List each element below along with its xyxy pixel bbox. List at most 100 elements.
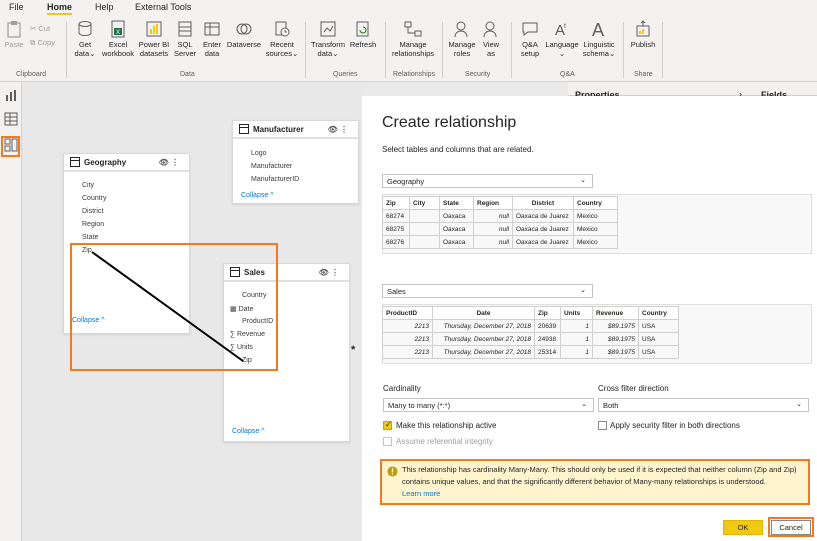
referential-integrity-checkbox[interactable] [383,437,392,446]
get-data-button[interactable]: Get data⌄ [70,20,100,58]
paste-button[interactable]: Paste [3,20,25,49]
column-header[interactable]: Zip [534,306,561,320]
geography-field-city[interactable]: City [82,182,94,189]
manufacturer-collapse-link[interactable]: Collapse ^ [241,192,273,199]
cardinality-select[interactable]: Many to many (*:*) ⌄ [383,398,594,412]
column-header[interactable]: City [409,196,440,210]
security-filter-label: Apply security filter in both directions [610,421,740,430]
geography-field-state[interactable]: State [82,234,98,241]
data-view-icon[interactable] [3,111,19,127]
relationships-icon [404,21,422,37]
dataverse-button[interactable]: Dataverse [226,20,262,49]
menu-home[interactable]: Home [47,2,73,15]
svg-text:t: t [564,23,566,30]
crossfilter-select[interactable]: Both ⌄ [598,398,809,412]
sales-collapse-link[interactable]: Collapse ^ [232,428,264,435]
publish-button[interactable]: Publish [628,20,658,49]
manufacturer-table-card[interactable]: Manufacturer 👁 ⋮ Logo Manufacturer Manuf… [232,120,359,204]
manufacturer-field-logo[interactable]: Logo [251,150,267,157]
cut-button[interactable]: ✂ Cut [30,24,50,33]
column-header[interactable]: Zip [382,196,410,210]
table1-preview-table: Zip City State Region District Country 6… [382,196,618,249]
table2-select[interactable]: Sales ⌄ [382,284,593,298]
table-cell: Mexico [573,209,618,223]
dataverse-label: Dataverse [226,40,262,49]
menu-external-tools[interactable]: External Tools [135,2,191,12]
paste-label: Paste [4,40,24,49]
table-icon [70,157,80,167]
geography-field-country[interactable]: Country [82,195,107,202]
scissors-icon: ✂ [30,24,37,33]
table-cell: USA [638,332,679,346]
divider [442,22,443,78]
excel-workbook-button[interactable]: X Excel workbook [101,20,135,58]
enter-data-button[interactable]: Enter data [199,20,225,58]
warning-icon [387,466,398,477]
security-filter-checkbox[interactable] [598,421,607,430]
table-cell: Mexico [573,235,618,249]
chevron-down-icon: ⌄ [332,49,339,58]
manage-relationships-button[interactable]: Manage relationships [389,20,437,58]
geography-field-district[interactable]: District [82,208,103,215]
report-view-icon[interactable] [3,87,19,103]
column-header[interactable]: Units [560,306,593,320]
table-row: 68274 Oaxaca null Oaxaca de Juarez Mexic… [382,209,618,223]
column-header[interactable]: Country [638,306,679,320]
column-header[interactable]: Country [573,196,618,210]
chevron-down-icon: ⌄ [580,287,586,294]
menu-help[interactable]: Help [95,2,114,12]
eye-icon[interactable]: 👁 ⋮ [159,158,179,167]
learn-more-link[interactable]: Learn more [402,489,440,498]
geography-field-region[interactable]: Region [82,221,104,228]
copy-button[interactable]: ⧉ Copy [30,38,55,48]
linguistic-schema-button[interactable]: A Linguistic schema⌄ [581,20,617,58]
active-checkbox[interactable]: ✓ [383,420,392,430]
recent-sources-button[interactable]: Recent sources⌄ [263,20,301,58]
eye-icon[interactable]: 👁 ⋮ [319,268,339,277]
person-icon [454,21,468,38]
view-as-button[interactable]: View as [480,20,502,58]
language-button[interactable]: At Language ⌄ [545,20,579,58]
transform-icon [320,21,336,37]
chevron-down-icon: ⌄ [580,177,586,184]
table-cell: 20639 [534,319,561,333]
schema-icon: A [592,20,604,38]
column-header[interactable]: Date [432,306,535,320]
ok-button[interactable]: OK [723,520,763,535]
power-bi-datasets-button[interactable]: Power BI datasets [137,20,171,58]
manufacturer-card-header[interactable]: Manufacturer 👁 ⋮ [233,121,358,139]
svg-text:X: X [116,30,120,36]
geography-card-header[interactable]: Geography 👁 ⋮ [64,154,189,172]
svg-text:A: A [592,20,604,38]
create-relationship-dialog: Create relationship Select tables and co… [362,96,817,541]
sql-server-button[interactable]: SQL Server [172,20,198,58]
transform-data-button[interactable]: Transform data⌄ [310,20,346,58]
manufacturer-field-manufacturerid[interactable]: ManufacturerID [251,176,299,183]
recent-label: Recent sources [265,40,294,58]
referential-integrity-label: Assume referential integrity [396,437,493,446]
table-icon [239,124,249,134]
divider [511,22,512,78]
menu-file[interactable]: File [9,2,24,12]
chevron-down-icon: ⌄ [581,401,587,408]
column-header[interactable]: Region [473,196,513,210]
manage-roles-button[interactable]: Manage roles [447,20,477,58]
enter-data-label: Enter data [203,40,221,58]
refresh-button[interactable]: Refresh [348,20,378,49]
table1-select[interactable]: Geography ⌄ [382,174,593,188]
manufacturer-field-manufacturer[interactable]: Manufacturer [251,163,292,170]
column-header[interactable]: ProductID [382,306,433,320]
divider [66,22,67,78]
table-cell: 68276 [382,235,410,249]
table-cell: 1 [560,345,593,359]
cardinality-select-value: Many to many (*:*) [388,401,451,410]
column-header[interactable]: State [439,196,474,210]
qa-setup-button[interactable]: Q&A setup [516,20,544,58]
table-cell: USA [638,345,679,359]
column-header[interactable]: District [512,196,574,210]
table-cell: 2213 [382,319,433,333]
data-group-label: Data [180,71,195,78]
column-header[interactable]: Revenue [592,306,639,320]
table-row: 68276 Oaxaca null Oaxaca de Juarez Mexic… [382,235,618,249]
eye-icon[interactable]: 👁 ⋮ [328,125,348,134]
